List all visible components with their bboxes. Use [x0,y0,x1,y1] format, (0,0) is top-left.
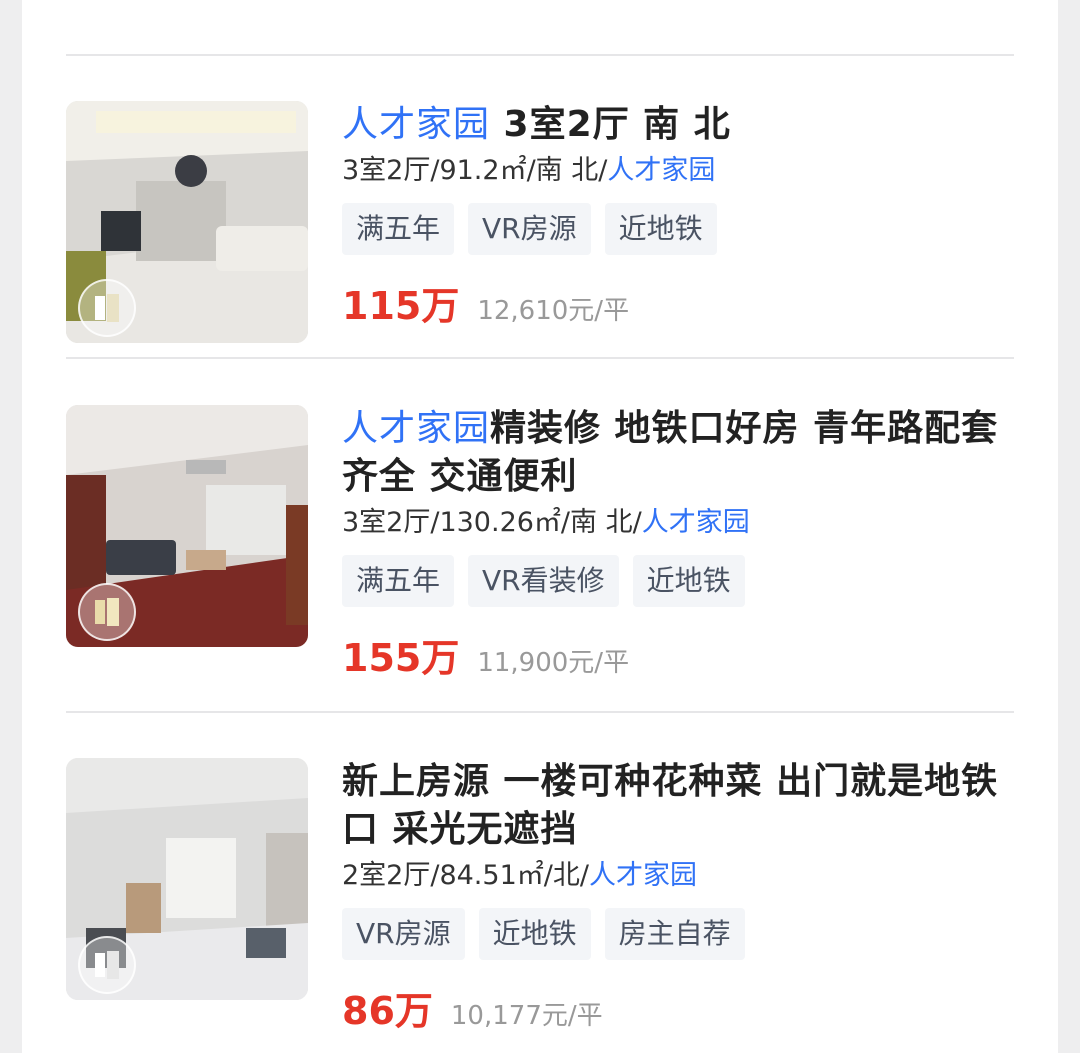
title-community[interactable]: 人才家园 [342,408,490,449]
price-row: 155万 11,900元/平 [342,627,1014,680]
total-price: 155万 [342,636,460,680]
tag: 近地铁 [632,555,745,607]
total-price: 115万 [342,284,460,328]
divider [66,711,1014,713]
meta-text: 3室2厅/91.2㎡/南 北/ [342,155,608,186]
community-link[interactable]: 人才家园 [607,155,715,186]
listing-photo[interactable] [66,758,308,1000]
tag: VR房源 [342,908,465,960]
title-text: 3室2厅 南 北 [490,104,731,145]
tag-list: 满五年 VR看装修 近地铁 [342,555,1014,607]
tag: 满五年 [342,555,455,607]
listing-meta: 3室2厅/130.26㎡/南 北/人才家园 [342,503,1014,543]
tag: 满五年 [342,203,455,255]
vr-panorama-icon [78,279,136,337]
total-price: 86万 [342,989,433,1033]
price-row: 86万 10,177元/平 [342,980,1014,1033]
meta-text: 2室2厅/84.51㎡/北/ [342,860,589,891]
listing-photo[interactable] [66,101,308,343]
tag-list: 满五年 VR房源 近地铁 [342,203,1014,255]
listing-title[interactable]: 人才家园 3室2厅 南 北 [342,101,1014,149]
price-row: 115万 12,610元/平 [342,275,1014,328]
tag: 房主自荐 [604,908,745,960]
tag-list: VR房源 近地铁 房主自荐 [342,908,1014,960]
listing-meta: 2室2厅/84.51㎡/北/人才家园 [342,856,1014,896]
community-link[interactable]: 人才家园 [589,860,697,891]
listing-title[interactable]: 人才家园精装修 地铁口好房 青年路配套齐全 交通便利 [342,405,1014,501]
tag: VR看装修 [468,555,619,607]
tag: 近地铁 [478,908,591,960]
tag: 近地铁 [604,203,717,255]
title-community[interactable]: 人才家园 [342,104,490,145]
listing-meta: 3室2厅/91.2㎡/南 北/人才家园 [342,151,1014,191]
unit-price: 10,177元/平 [450,1001,603,1031]
community-link[interactable]: 人才家园 [642,507,750,538]
top-divider [66,54,1014,56]
listing-photo[interactable] [66,405,308,647]
title-text: 新上房源 一楼可种花种菜 出门就是地铁口 采光无遮挡 [342,761,999,850]
vr-panorama-icon [78,583,136,641]
divider [66,357,1014,359]
tag: VR房源 [468,203,591,255]
vr-panorama-icon [78,936,136,994]
unit-price: 12,610元/平 [477,296,630,326]
meta-text: 3室2厅/130.26㎡/南 北/ [342,507,642,538]
listing-title[interactable]: 新上房源 一楼可种花种菜 出门就是地铁口 采光无遮挡 [342,758,1014,854]
unit-price: 11,900元/平 [477,648,630,678]
